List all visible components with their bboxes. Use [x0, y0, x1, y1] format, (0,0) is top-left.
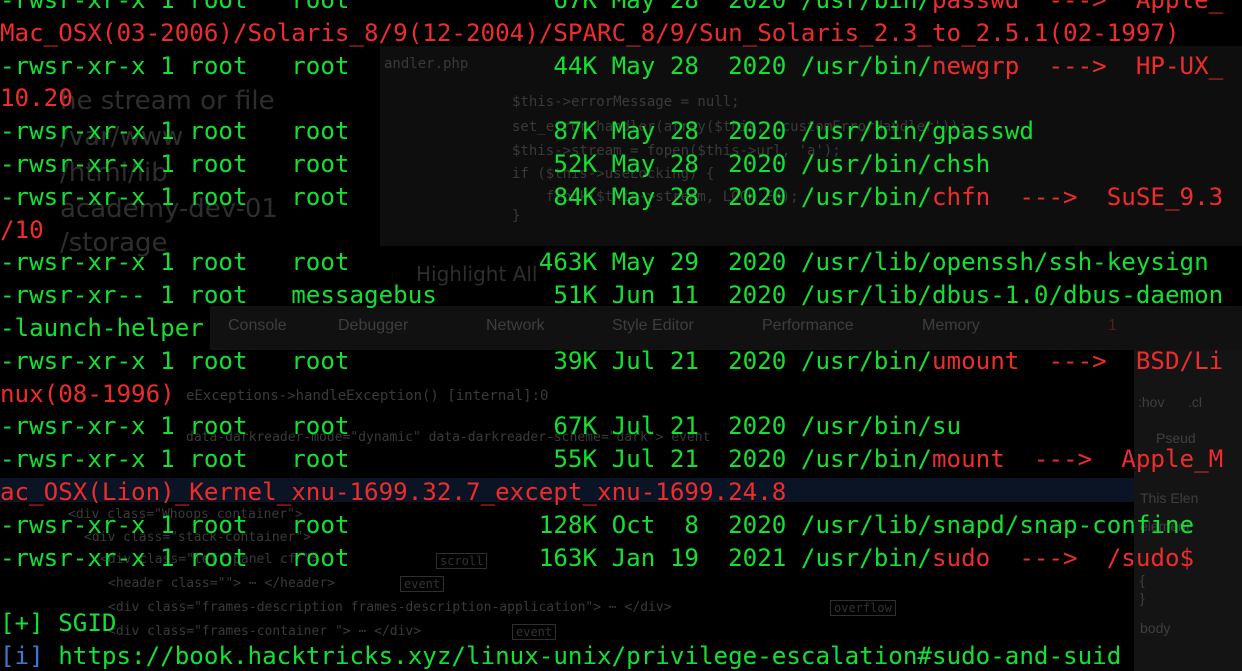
terminal-line: -rwsr-xr-x 1 root root 67K Jul 21 2020 /…	[0, 410, 1242, 443]
terminal-window[interactable]: andler.php $this->errorMessage = null; s…	[0, 0, 1242, 671]
terminal-segment: -rwsr-xr-x 1 root root 44K May 28 2020 /…	[0, 51, 932, 80]
terminal-line: -rwsr-xr-x 1 root root 87K May 28 2020 /…	[0, 115, 1242, 148]
terminal-segment: ac_OSX(Lion)_Kernel_xnu-1699.32.7_except…	[0, 477, 787, 506]
terminal-line: ac_OSX(Lion)_Kernel_xnu-1699.32.7_except…	[0, 476, 1242, 509]
terminal-line: -rwsr-xr-x 1 root root 55K Jul 21 2020 /…	[0, 443, 1242, 476]
terminal-segment: passwd ---> Apple_	[931, 0, 1224, 14]
terminal-line: -rwsr-xr-x 1 root root 44K May 28 2020 /…	[0, 50, 1242, 83]
terminal-segment: -rwsr-xr-x 1 root root 67K May 28 2020 /…	[0, 0, 932, 14]
terminal-line: -rwsr-xr-x 1 root root 463K May 29 2020 …	[0, 246, 1242, 279]
terminal-segment: -rwsr-xr-x 1 root root 55K Jul 21 2020 /…	[0, 445, 932, 474]
terminal-segment: -rwsr-xr-x 1 root root 67K Jul 21 2020 /…	[0, 412, 962, 441]
terminal-segment: sudo ---> /sudo$	[931, 543, 1195, 572]
terminal-line: -launch-helper	[0, 312, 1242, 345]
terminal-segment: -rwsr-xr-x 1 root root 52K May 28 2020 /…	[0, 149, 991, 178]
terminal-segment: newgrp ---> HP-UX_	[931, 51, 1224, 80]
terminal-line: [+] SGID	[0, 607, 1242, 640]
terminal-line: -rwsr-xr-x 1 root root 163K Jan 19 2021 …	[0, 542, 1242, 575]
terminal-line: -rwsr-xr-x 1 root root 84K May 28 2020 /…	[0, 181, 1242, 214]
terminal-segment: umount ---> BSD/Li	[931, 346, 1224, 375]
terminal-segment: 10.20	[0, 84, 73, 113]
terminal-segment: [+] SGID	[0, 609, 117, 638]
terminal-segment: -rwsr-xr-x 1 root root 463K May 29 2020 …	[0, 248, 1209, 277]
terminal-segment: chfn ---> SuSE_9.3	[931, 182, 1224, 211]
terminal-segment: -launch-helper	[0, 313, 204, 342]
terminal-segment: -rwsr-xr-x 1 root root 87K May 28 2020 /…	[0, 117, 1034, 146]
terminal-line: -rwsr-xr-x 1 root root 67K May 28 2020 /…	[0, 0, 1242, 17]
terminal-line: -rwsr-xr-x 1 root root 39K Jul 21 2020 /…	[0, 345, 1242, 378]
terminal-line: -rwsr-xr-x 1 root root 128K Oct 8 2020 /…	[0, 509, 1242, 542]
terminal-line: -rwsr-xr-- 1 root messagebus 51K Jun 11 …	[0, 279, 1242, 312]
terminal-segment: -rwsr-xr-x 1 root root 39K Jul 21 2020 /…	[0, 346, 932, 375]
terminal-segment: -rwsr-xr-x 1 root root 84K May 28 2020 /…	[0, 182, 932, 211]
terminal-segment: https://book.hacktricks.xyz/linux-unix/p…	[58, 641, 1122, 670]
terminal-line: Mac_OSX(03-2006)/Solaris_8/9(12-2004)/SP…	[0, 17, 1242, 50]
terminal-segment: -rwsr-xr-x 1 root root 163K Jan 19 2021 …	[0, 543, 932, 572]
terminal-segment: [i]	[0, 641, 59, 670]
terminal-line: nux(08-1996)	[0, 378, 1242, 411]
terminal-segment: Mac_OSX(03-2006)/Solaris_8/9(12-2004)/SP…	[0, 18, 1180, 47]
terminal-line: /10	[0, 214, 1242, 247]
terminal-line: -rwsr-xr-x 1 root root 52K May 28 2020 /…	[0, 148, 1242, 181]
terminal-segment: nux(08-1996)	[0, 379, 175, 408]
terminal-segment: -rwsr-xr-- 1 root messagebus 51K Jun 11 …	[0, 281, 1224, 310]
terminal-line: 10.20	[0, 82, 1242, 115]
terminal-line: [i] https://book.hacktricks.xyz/linux-un…	[0, 640, 1242, 671]
terminal-segment: /10	[0, 215, 44, 244]
terminal-segment: -rwsr-xr-x 1 root root 128K Oct 8 2020 /…	[0, 510, 1195, 539]
terminal-segment: mount ---> Apple_M	[931, 445, 1224, 474]
terminal-output[interactable]: -rwsr-xr-x 1 root root 67K May 28 2020 /…	[0, 0, 1242, 671]
